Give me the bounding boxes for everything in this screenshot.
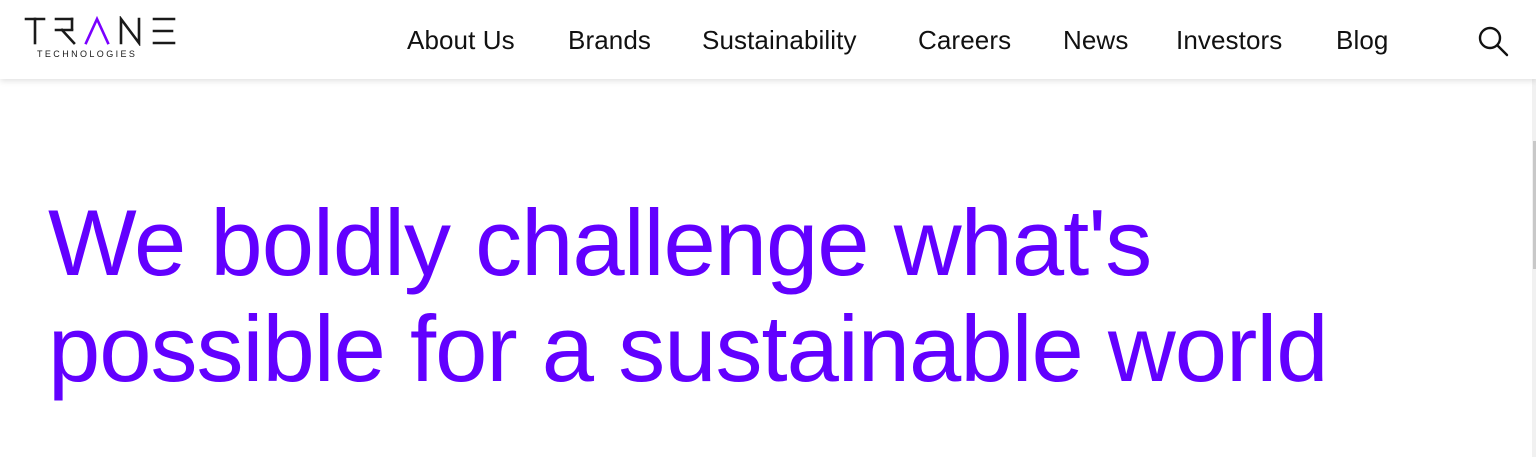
nav-sustainability[interactable]: Sustainability [702,24,857,56]
main-nav: About Us Brands Sustainability Careers N… [0,0,1536,79]
site-header: TECHNOLOGIES About Us Brands Sustainabil… [0,0,1536,79]
search-icon [1478,26,1509,57]
hero-line-2: possible for a sustainable world [48,296,1329,401]
search-button[interactable] [1476,24,1510,58]
nav-brands[interactable]: Brands [568,24,651,56]
hero-headline: We boldly challenge what's possible for … [48,190,1468,402]
nav-news[interactable]: News [1063,24,1128,56]
nav-investors[interactable]: Investors [1176,24,1282,56]
nav-blog[interactable]: Blog [1336,24,1388,56]
page-scrollbar[interactable] [1532,79,1536,457]
hero-line-1: We boldly challenge what's [48,190,1152,295]
nav-careers[interactable]: Careers [918,24,1011,56]
nav-about-us[interactable]: About Us [407,24,515,56]
